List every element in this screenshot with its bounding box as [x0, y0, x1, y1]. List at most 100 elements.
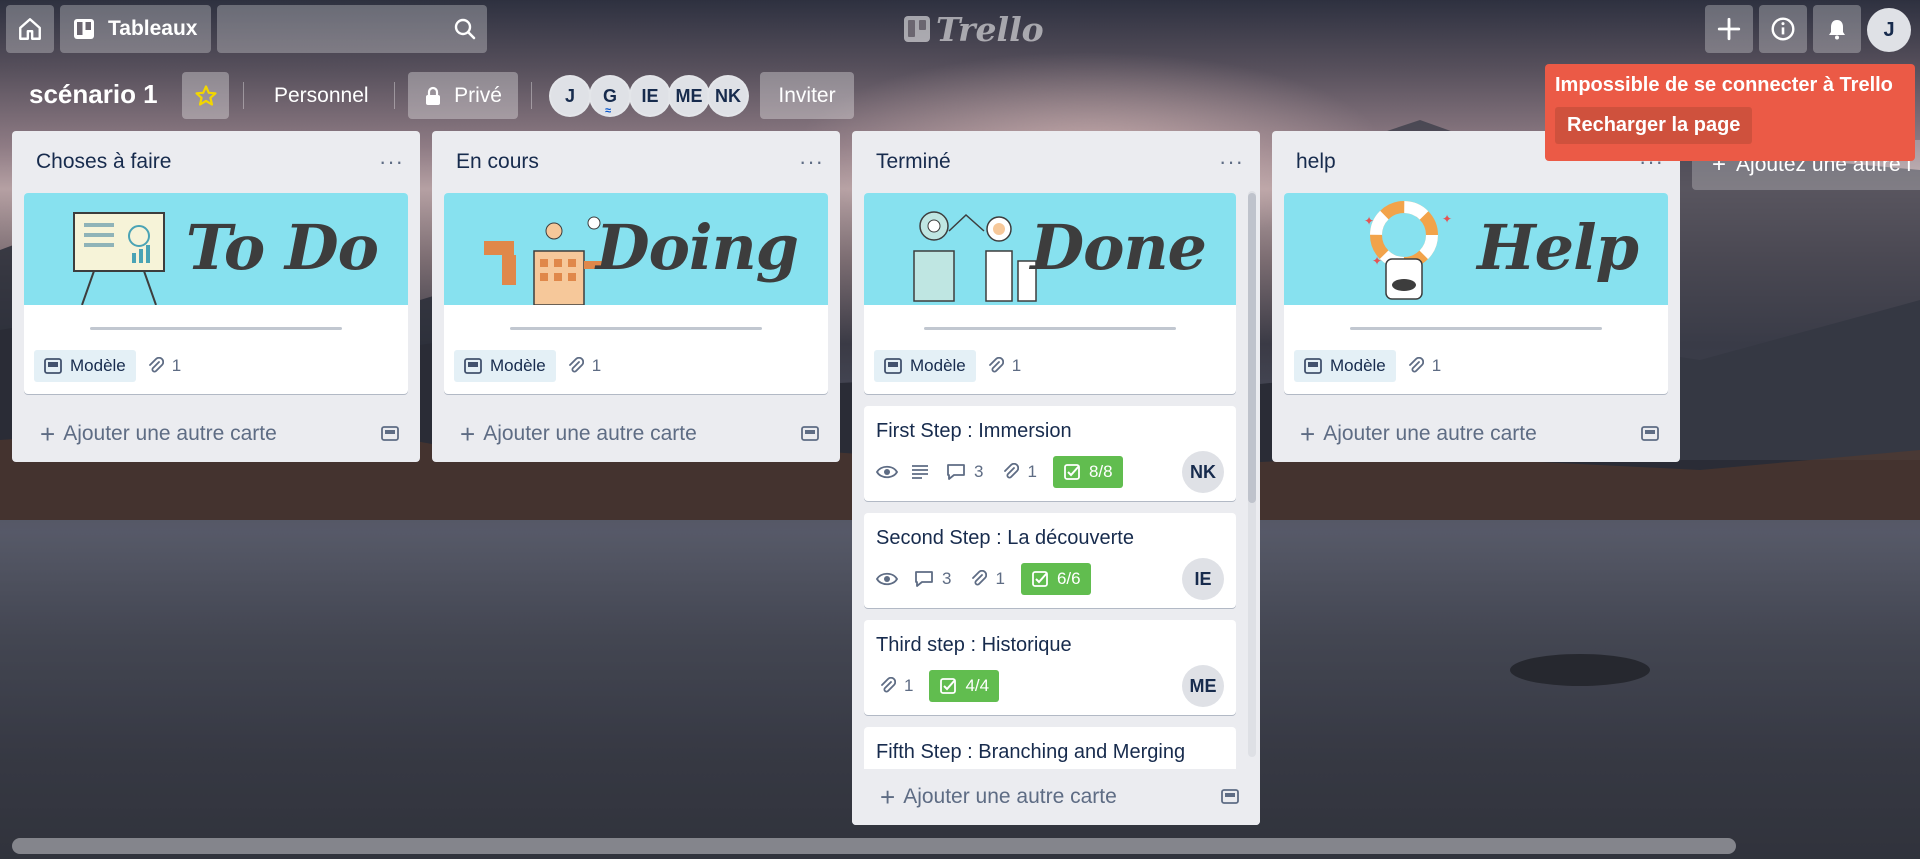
comment-icon — [947, 464, 965, 480]
add-card-button[interactable]: + Ajouter une autre carte — [460, 419, 697, 450]
list-done: Terminé ··· Done Modèle 1 First Step: I… — [852, 131, 1260, 825]
search-input[interactable] — [217, 5, 487, 53]
checklist-badge: 6/6 — [1020, 563, 1091, 595]
template-label: Modèle — [70, 356, 126, 375]
star-icon — [194, 84, 217, 106]
paperclip-icon — [148, 357, 164, 373]
invite-button[interactable]: Inviter — [760, 72, 854, 119]
list-title[interactable]: En cours — [456, 150, 539, 174]
add-card-button[interactable]: + Ajouter une autre carte — [880, 782, 1117, 813]
logo-text: Trello — [936, 9, 1044, 49]
search-icon — [454, 18, 476, 40]
list-doing: En cours ··· Doing Modèle 1 + Ajouter un… — [432, 131, 840, 462]
list-menu-icon[interactable]: ··· — [1219, 149, 1244, 175]
visibility-label: Privé — [454, 83, 502, 107]
svg-text:✦: ✦ — [1364, 214, 1374, 228]
attachments-badge: 1 — [144, 350, 185, 382]
checkbox-icon — [940, 678, 957, 694]
paperclip-icon — [1004, 463, 1020, 479]
card-fifth-step[interactable]: Fifth Step : Branching and Merging — [864, 727, 1236, 769]
admin-chevron-icon: ≈ — [605, 105, 612, 117]
trello-logo-icon — [904, 16, 930, 42]
attachments-count: 1 — [171, 356, 182, 375]
add-card-button[interactable]: + Ajouter une autre carte — [1300, 419, 1537, 450]
list-menu-icon[interactable]: ··· — [799, 149, 824, 175]
card-member-avatar[interactable]: IE — [1182, 558, 1224, 600]
create-from-template-icon[interactable] — [380, 425, 400, 443]
member-initials: G — [602, 85, 617, 106]
info-icon — [1771, 17, 1795, 41]
eye-icon — [876, 572, 898, 586]
card-badges: Modèle 1 — [864, 330, 1236, 394]
template-card[interactable]: ✦ ✦ ✦ Help Modèle 1 — [1284, 193, 1668, 394]
add-card-button[interactable]: + Ajouter une autre carte — [40, 419, 277, 450]
board-title[interactable]: scénario 1 — [29, 79, 158, 110]
list-scrollbar[interactable] — [1248, 193, 1256, 503]
card-cover: ✦ ✦ ✦ Help — [1284, 193, 1668, 305]
list-menu-icon[interactable]: ··· — [379, 149, 404, 175]
svg-text:✦: ✦ — [1372, 254, 1382, 268]
template-label: Modèle — [910, 356, 966, 375]
plus-icon: + — [880, 781, 896, 812]
trello-logo[interactable]: Trello — [904, 9, 1044, 49]
description-icon — [912, 465, 928, 479]
info-button[interactable] — [1759, 5, 1807, 53]
card-first-step[interactable]: First Step : Immersion 3 1 8/8 NK — [864, 406, 1236, 501]
member-avatar[interactable]: G ≈ — [589, 75, 631, 117]
connection-error-alert: Impossible de se connecter à Trello Rech… — [1545, 64, 1915, 161]
list-header: Terminé ··· — [852, 131, 1260, 193]
attachments-badge: 1 — [984, 350, 1025, 382]
attachments-count: 1 — [995, 569, 1005, 588]
create-button[interactable] — [1705, 5, 1753, 53]
template-label: Modèle — [1330, 356, 1386, 375]
comments-count: 3 — [974, 462, 984, 481]
list-header: Choses à faire ··· — [12, 131, 420, 193]
checklist-count: 4/4 — [965, 676, 990, 695]
paperclip-icon — [972, 570, 988, 586]
list-title[interactable]: Choses à faire — [36, 150, 171, 174]
template-icon — [464, 358, 482, 374]
card-cover: Done — [864, 193, 1236, 305]
create-from-template-icon[interactable] — [800, 425, 820, 443]
card-member-avatar[interactable]: NK — [1182, 451, 1224, 493]
team-button[interactable]: Personnel — [258, 72, 385, 119]
visibility-button[interactable]: Privé — [408, 72, 518, 119]
card-badges: Modèle 1 — [444, 330, 828, 394]
template-card[interactable]: Done Modèle 1 — [864, 193, 1236, 394]
template-badge: Modèle — [874, 350, 976, 382]
member-avatar[interactable]: J — [549, 75, 591, 117]
attachments-count: 1 — [1011, 356, 1022, 375]
card-title: Second Step : La découverte — [876, 527, 1134, 549]
star-button[interactable] — [182, 72, 229, 119]
list-title[interactable]: help — [1296, 150, 1336, 174]
user-avatar[interactable]: J — [1867, 8, 1911, 52]
member-avatar[interactable]: NK — [707, 75, 749, 117]
card-second-step[interactable]: Second Step : La découverte 3 1 6/6 IE — [864, 513, 1236, 608]
card-badges: Modèle 1 — [1284, 330, 1668, 394]
list-title[interactable]: Terminé — [876, 150, 951, 174]
card-third-step[interactable]: Third step : Historique 1 4/4 ME — [864, 620, 1236, 715]
card-member-avatar[interactable]: ME — [1182, 665, 1224, 707]
list-footer: + Ajouter une autre carte — [12, 406, 420, 462]
checklist-badge: 8/8 — [1052, 456, 1123, 488]
svg-text:✦: ✦ — [1442, 212, 1452, 226]
horizontal-scrollbar[interactable] — [12, 838, 1736, 854]
template-card[interactable]: To Do Modèle 1 — [24, 193, 408, 394]
home-button[interactable] — [6, 5, 54, 53]
card-title: Third step : Historique — [876, 634, 1072, 656]
attachments-count: 1 — [591, 356, 602, 375]
comments-count: 3 — [942, 569, 952, 588]
error-message: Impossible de se connecter à Trello — [1555, 74, 1893, 96]
template-card[interactable]: Doing Modèle 1 — [444, 193, 828, 394]
checkbox-icon — [1032, 571, 1048, 587]
card-badges: Modèle 1 — [24, 330, 408, 394]
member-avatar[interactable]: ME — [668, 75, 710, 117]
create-from-template-icon[interactable] — [1640, 425, 1660, 443]
checklist-count: 8/8 — [1088, 462, 1113, 481]
card-cover: To Do — [24, 193, 408, 305]
boards-button[interactable]: Tableaux — [60, 5, 211, 53]
create-from-template-icon[interactable] — [1220, 788, 1240, 806]
notifications-button[interactable] — [1813, 5, 1861, 53]
reload-page-button[interactable]: Recharger la page — [1555, 107, 1753, 144]
member-avatar[interactable]: IE — [629, 75, 671, 117]
